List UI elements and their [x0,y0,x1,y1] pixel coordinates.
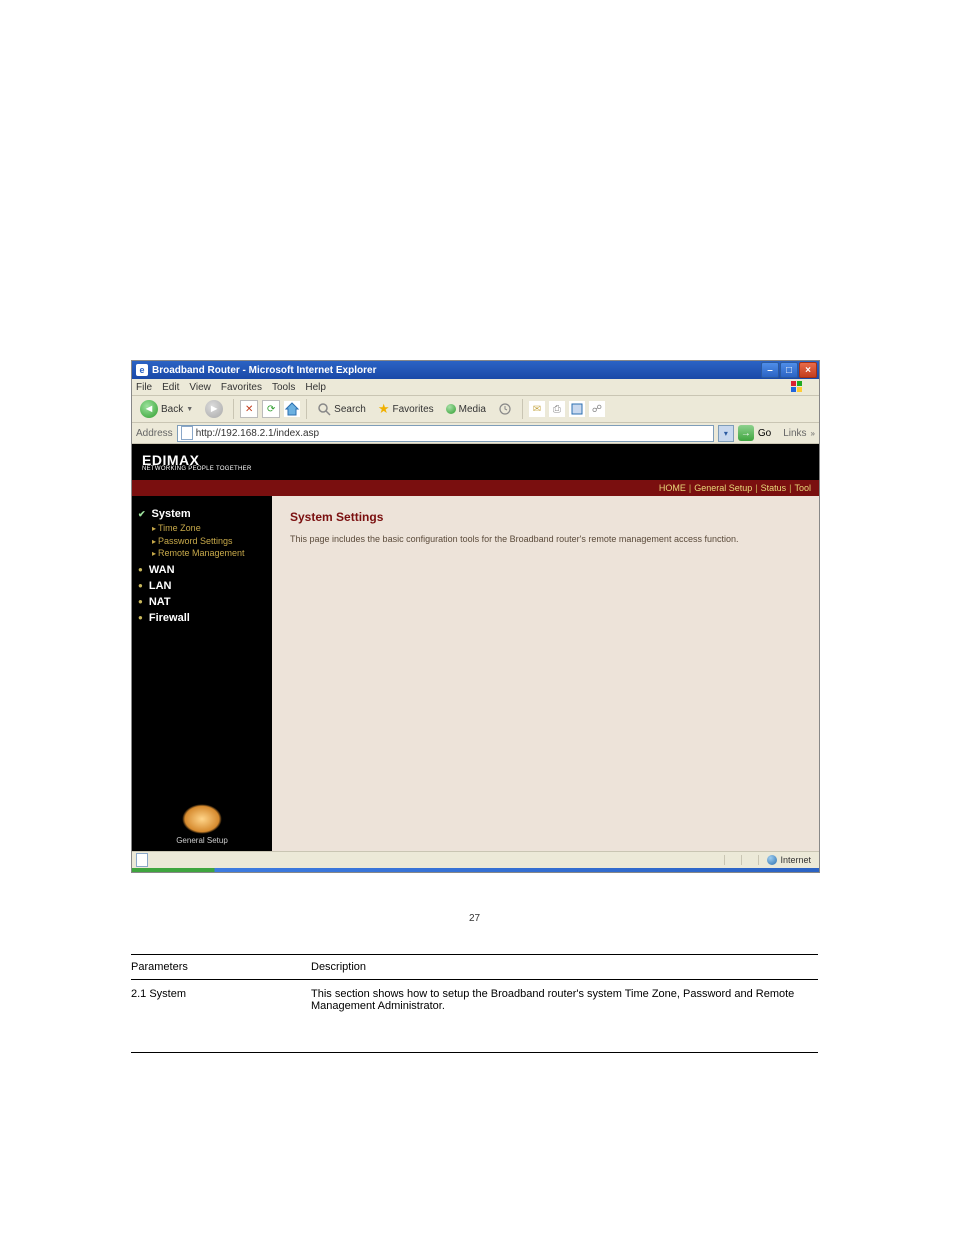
page-icon [181,426,193,440]
status-page-icon [136,853,148,867]
forward-icon: ► [205,400,223,418]
media-label: Media [459,404,486,415]
back-label: Back [161,404,183,415]
close-button[interactable]: × [799,362,817,378]
top-nav: HOME| General Setup| Status| Tool [132,480,819,496]
ie-window: e Broadband Router - Microsoft Internet … [131,360,820,873]
ie-icon: e [136,364,148,376]
page-number: 27 [131,913,818,924]
maximize-button[interactable]: □ [780,362,798,378]
sidebar: System Time Zone Password Settings Remot… [132,496,272,851]
forward-button[interactable]: ► [201,399,227,419]
discuss-button[interactable]: ☍ [589,401,605,417]
sidebar-item-lan[interactable]: LAN [138,580,266,592]
main-panel: System Settings This page includes the b… [272,496,819,851]
menu-help[interactable]: Help [305,382,326,393]
menu-bar: File Edit View Favorites Tools Help [132,379,819,396]
toolbar: ◄ Back ▼ ► ✕ ⟳ Search ★ Favorites [132,396,819,423]
sidebar-footer-label: General Setup [176,836,228,845]
status-bar: Internet [132,851,819,868]
favorites-label: Favorites [393,404,434,415]
toolbar-separator [233,399,234,419]
menu-view[interactable]: View [189,382,211,393]
window-titlebar: e Broadband Router - Microsoft Internet … [132,361,819,379]
page-content: EDIMAX NETWORKING PEOPLE TOGETHER HOME| … [132,444,819,851]
address-value: http://192.168.2.1/index.asp [196,428,319,439]
nav-status[interactable]: Status [761,483,787,493]
stop-button[interactable]: ✕ [240,400,258,418]
sidebar-item-nat[interactable]: NAT [138,596,266,608]
search-label: Search [334,404,366,415]
home-button[interactable] [284,401,300,417]
globe-icon [767,855,777,865]
back-button[interactable]: ◄ Back ▼ [136,399,197,419]
mail-button[interactable]: ✉ [529,401,545,417]
chevron-down-icon: ▼ [186,406,193,413]
nav-tool[interactable]: Tool [794,483,811,493]
sidebar-item-firewall[interactable]: Firewall [138,612,266,624]
links-chevron-icon[interactable]: » [811,429,815,438]
windows-flag-icon [789,379,805,395]
go-label: Go [758,428,771,439]
status-zone-label: Internet [780,855,811,865]
doc-table: Parameters Description [131,954,818,980]
doc-row-param: 2.1 System [131,988,311,1012]
sidebar-item-wan[interactable]: WAN [138,564,266,576]
table-header-param: Parameters [131,961,311,973]
links-label[interactable]: Links [783,428,806,439]
toolbar-separator [306,399,307,419]
menu-edit[interactable]: Edit [162,382,179,393]
favorites-button[interactable]: ★ Favorites [374,400,438,418]
search-button[interactable]: Search [313,401,370,417]
star-icon: ★ [378,401,390,417]
page-description: This page includes the basic configurati… [290,534,801,544]
minimize-button[interactable]: – [761,362,779,378]
go-button[interactable]: → [738,425,754,441]
doc-row: 2.1 System This section shows how to set… [131,988,818,1012]
address-label: Address [136,428,173,439]
gear-icon [182,804,222,834]
edit-button[interactable] [569,401,585,417]
address-dropdown[interactable]: ▾ [718,425,734,442]
address-input[interactable]: http://192.168.2.1/index.asp [177,425,714,442]
page-heading: System Settings [290,510,801,524]
back-icon: ◄ [140,400,158,418]
taskbar-sliver [132,868,819,872]
sidebar-item-time-zone[interactable]: Time Zone [152,522,266,535]
search-icon [317,402,331,416]
brand-tagline: NETWORKING PEOPLE TOGETHER [142,466,252,472]
toolbar-separator [522,399,523,419]
media-icon [446,404,456,414]
status-pane [741,855,758,865]
history-icon [498,402,512,416]
history-button[interactable] [494,401,516,417]
nav-home[interactable]: HOME [659,483,686,493]
sidebar-item-password-settings[interactable]: Password Settings [152,535,266,548]
address-bar: Address http://192.168.2.1/index.asp ▾ →… [132,423,819,444]
media-button[interactable]: Media [442,403,490,416]
brand-bar: EDIMAX NETWORKING PEOPLE TOGETHER [132,444,819,480]
table-header-desc: Description [311,961,366,973]
sidebar-item-system[interactable]: System [138,508,266,520]
status-zone: Internet [758,855,819,865]
menu-file[interactable]: File [136,382,152,393]
window-title: Broadband Router - Microsoft Internet Ex… [152,365,761,376]
sidebar-item-remote-management[interactable]: Remote Management [152,547,266,560]
menu-tools[interactable]: Tools [272,382,295,393]
nav-general-setup[interactable]: General Setup [694,483,752,493]
refresh-button[interactable]: ⟳ [262,400,280,418]
print-button[interactable]: ⎙ [549,401,565,417]
doc-bottom-rule [131,1052,818,1053]
doc-row-desc: This section shows how to setup the Broa… [311,988,818,1012]
menu-favorites[interactable]: Favorites [221,382,262,393]
sidebar-footer: General Setup [132,804,272,845]
status-pane [724,855,741,865]
